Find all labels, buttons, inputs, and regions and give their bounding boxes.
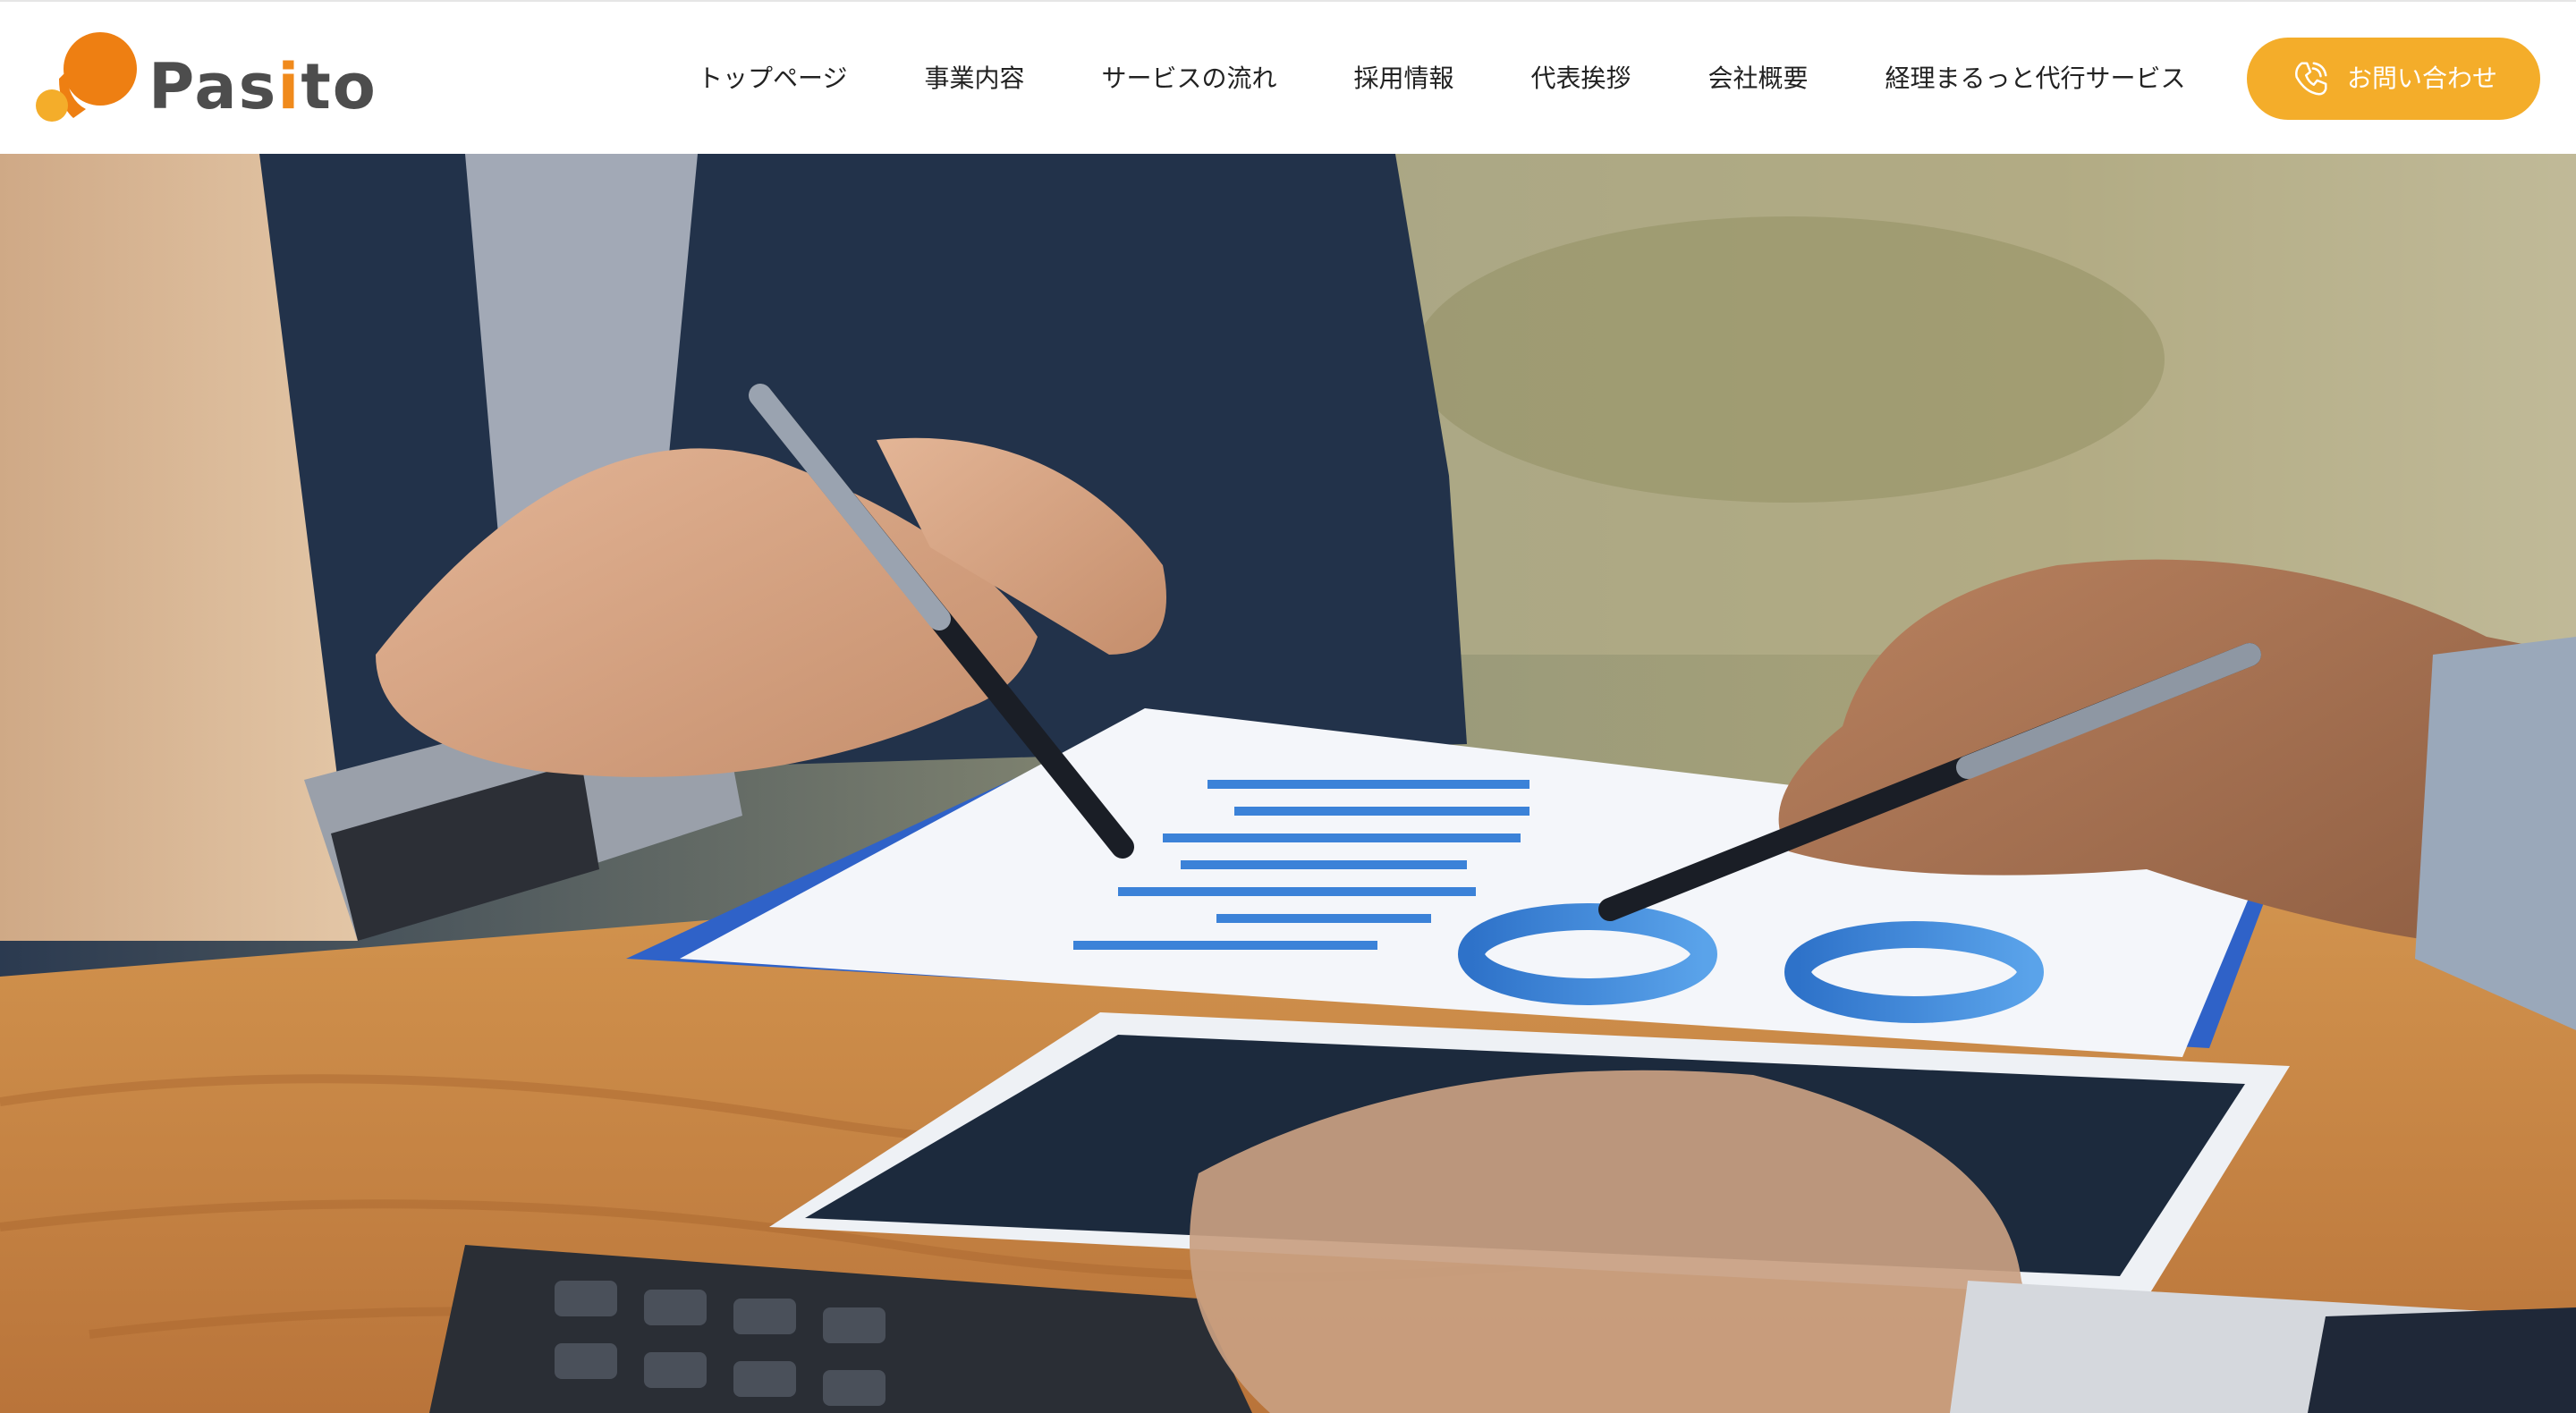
nav-item-company[interactable]: 会社概要 — [1708, 66, 1809, 91]
nav-item-business[interactable]: 事業内容 — [924, 66, 1024, 91]
nav-item-recruit[interactable]: 採用情報 — [1353, 66, 1453, 91]
contact-button-label: お問い合わせ — [2346, 63, 2497, 93]
logo-wordmark-accent: i — [277, 50, 301, 123]
contact-button[interactable]: お問い合わせ — [2247, 38, 2540, 120]
nav-item-top[interactable]: トップページ — [698, 66, 847, 91]
logo-wordmark-part: Pas — [148, 50, 278, 123]
nav-item-service-flow[interactable]: サービスの流れ — [1101, 66, 1276, 91]
main-nav: トップページ 事業内容 サービスの流れ 採用情報 代表挨拶 会社概要 経理まるっ… — [698, 2, 2186, 156]
logo[interactable]: Pasito — [32, 20, 408, 136]
nav-item-greeting[interactable]: 代表挨拶 — [1531, 66, 1631, 91]
site-header: Pasito トップページ 事業内容 サービスの流れ 採用情報 代表挨拶 会社概… — [0, 0, 2576, 154]
nav-item-accounting-service[interactable]: 経理まるっと代行サービス — [1885, 66, 2186, 91]
hero-image — [0, 154, 2576, 1413]
hero-illustration — [0, 154, 2576, 1413]
phone-icon — [2295, 62, 2327, 96]
logo-wordmark-part: to — [301, 50, 377, 123]
logo-wordmark: Pasito — [148, 55, 377, 118]
